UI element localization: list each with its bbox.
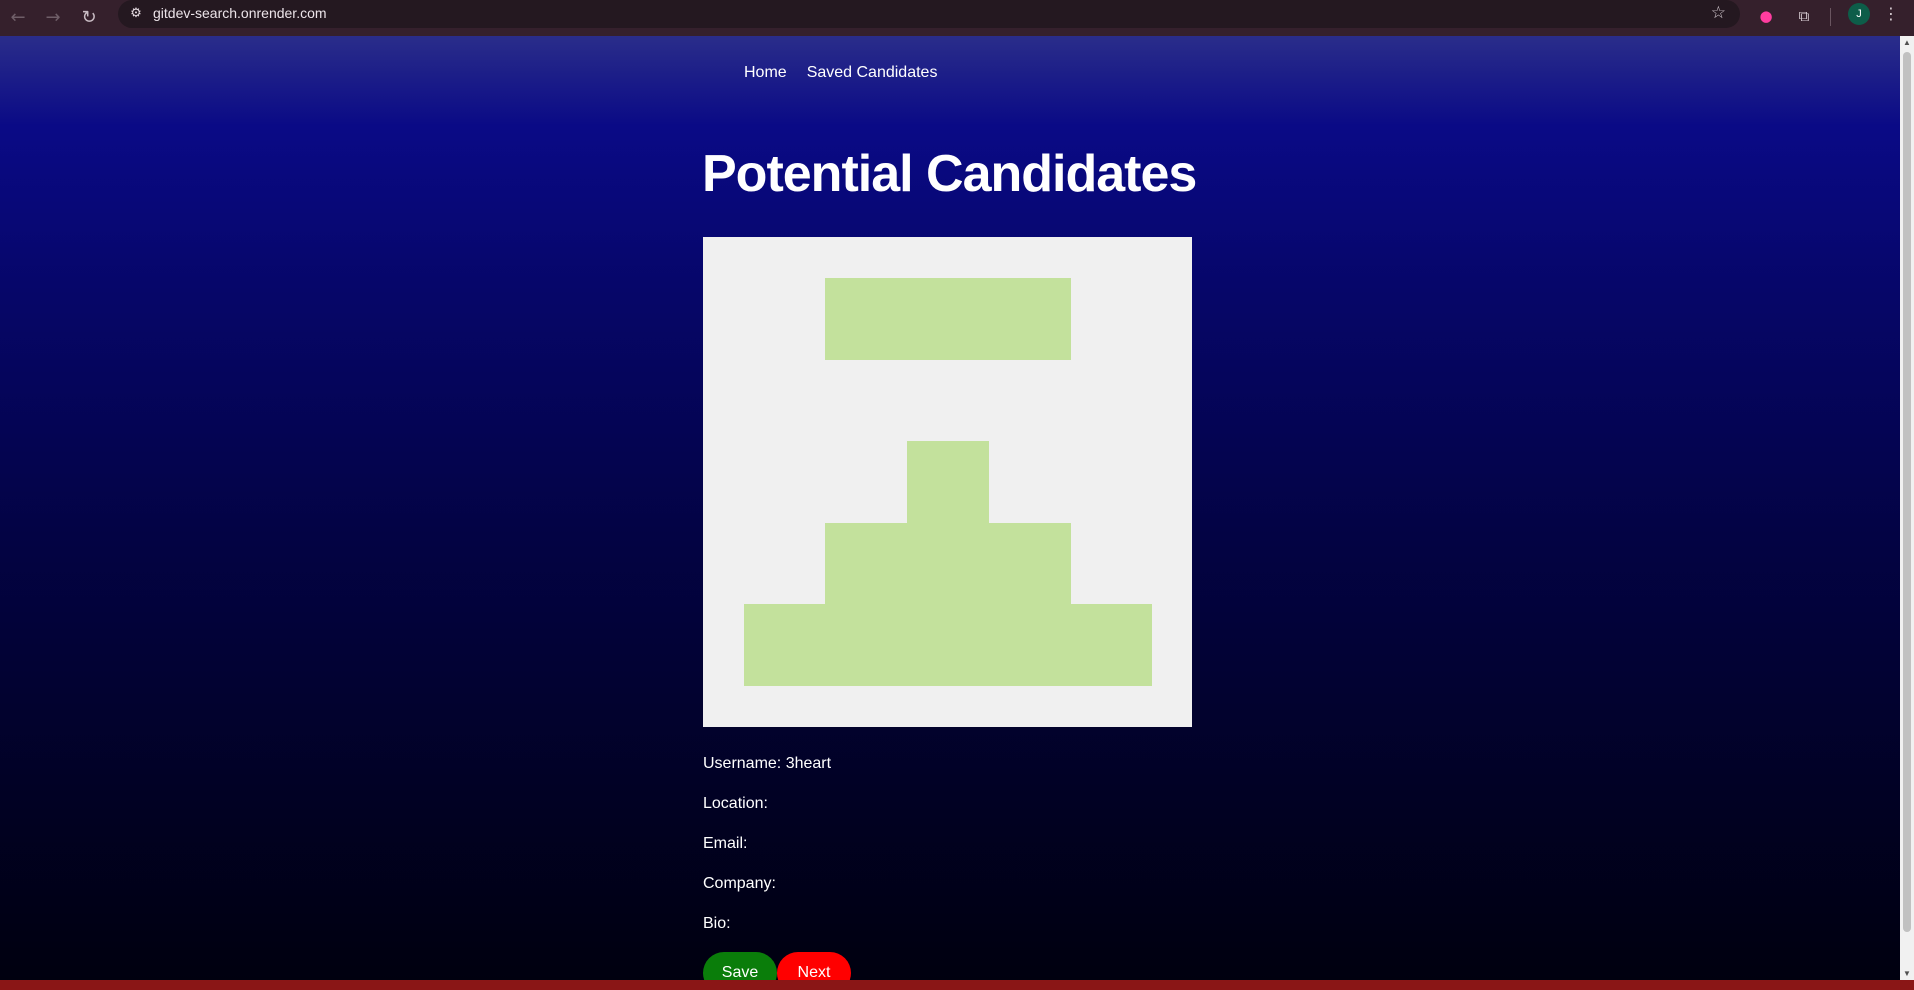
- company-label: Company:: [703, 875, 776, 892]
- username-value: 3heart: [785, 755, 832, 772]
- profile-avatar[interactable]: J: [1848, 3, 1870, 25]
- nav-saved-candidates-link[interactable]: Saved Candidates: [807, 64, 938, 82]
- identicon-graphic: [744, 278, 1152, 686]
- next-button[interactable]: Next: [777, 952, 851, 980]
- scroll-up-icon[interactable]: ▲: [1903, 38, 1911, 47]
- toolbar-divider: [1830, 8, 1831, 26]
- username-row: Username: 3heart: [703, 754, 831, 794]
- bio-row: Bio:: [703, 914, 831, 954]
- scrollbar-thumb[interactable]: [1903, 52, 1911, 932]
- taskbar-strip: [0, 980, 1914, 990]
- reload-icon[interactable]: ↻: [75, 4, 103, 32]
- candidate-avatar: [703, 237, 1192, 727]
- identicon-block: [907, 441, 989, 523]
- page-scrollbar[interactable]: ▲ ▼: [1900, 36, 1914, 980]
- identicon-block: [744, 604, 1152, 686]
- extensions-puzzle-icon[interactable]: ⧉: [1793, 5, 1815, 27]
- nav-home-link[interactable]: Home: [744, 64, 787, 82]
- identicon-block: [825, 523, 1071, 605]
- top-nav: Home Saved Candidates: [744, 64, 937, 82]
- location-row: Location:: [703, 794, 831, 834]
- site-info-icon[interactable]: ⚙: [128, 6, 144, 22]
- address-bar[interactable]: ⚙ gitdev-search.onrender.com ☆: [118, 0, 1740, 28]
- browser-menu-icon[interactable]: ⋮: [1882, 3, 1900, 25]
- email-label: Email:: [703, 835, 748, 852]
- screen-recorder-extension-icon[interactable]: ●: [1755, 5, 1777, 27]
- page-viewport: Home Saved Candidates Potential Candidat…: [0, 36, 1900, 980]
- browser-toolbar: ← → ↻ ⚙ gitdev-search.onrender.com ☆ ● ⧉…: [0, 0, 1914, 36]
- save-button[interactable]: Save: [703, 952, 777, 980]
- identicon-block: [825, 278, 1071, 360]
- url-text[interactable]: gitdev-search.onrender.com: [153, 5, 327, 21]
- username-label: Username:: [703, 755, 782, 772]
- email-row: Email:: [703, 834, 831, 874]
- page-title: Potential Candidates: [702, 145, 1197, 203]
- forward-icon[interactable]: →: [39, 4, 67, 32]
- bookmark-star-icon[interactable]: ☆: [1711, 3, 1726, 23]
- candidate-actions: Save Next: [703, 952, 851, 980]
- bio-label: Bio:: [703, 915, 731, 932]
- candidate-details: Username: 3heart Location: Email: Compan…: [703, 754, 831, 954]
- location-label: Location:: [703, 795, 768, 812]
- scroll-down-icon[interactable]: ▼: [1903, 969, 1911, 978]
- company-row: Company:: [703, 874, 831, 914]
- back-icon[interactable]: ←: [4, 4, 32, 32]
